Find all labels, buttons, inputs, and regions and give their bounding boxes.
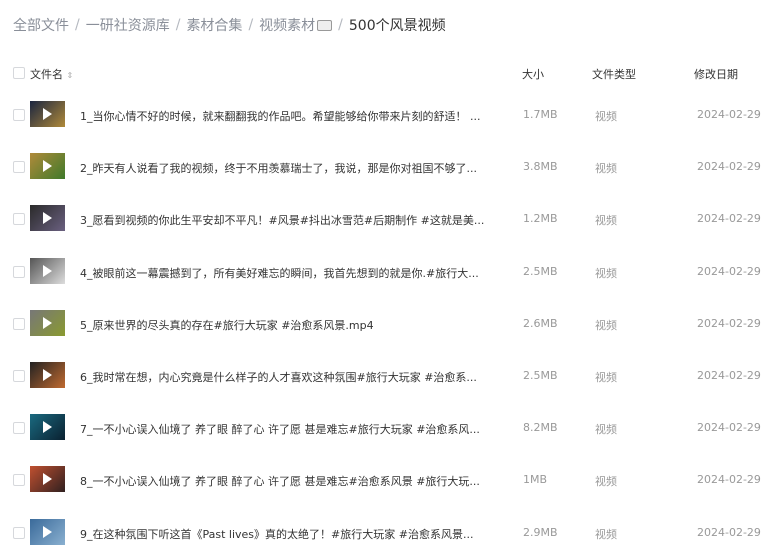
play-icon xyxy=(43,108,52,120)
row-checkbox[interactable] xyxy=(13,526,25,539)
play-icon xyxy=(43,525,52,538)
file-name[interactable]: 8_一不小心误入仙境了 养了眼 醉了心 许了愿 甚是难忘#治愈系风景 #旅行大玩… xyxy=(80,473,490,489)
file-row[interactable]: 3_愿看到视频的你此生平安却不平凡！#风景#抖出冰雪范#后期制作 #这就是美..… xyxy=(0,205,763,235)
folder-icon xyxy=(317,19,333,31)
breadcrumb-separator: / xyxy=(338,17,343,33)
file-type: 视频 xyxy=(595,318,617,332)
breadcrumb-video-material[interactable]: 视频素材 xyxy=(259,15,315,35)
file-size: 3.8MB xyxy=(523,160,558,174)
row-checkbox[interactable] xyxy=(13,317,25,330)
breadcrumb-separator: / xyxy=(248,17,254,33)
table-header: 文件名 ⇕ 大小 文件类型 修改日期 xyxy=(0,66,763,82)
row-checkbox[interactable] xyxy=(13,109,25,121)
file-date: 2024-02-29 1 xyxy=(697,212,763,226)
column-date-header[interactable]: 修改日期 xyxy=(694,66,738,82)
column-size-header[interactable]: 大小 xyxy=(522,66,544,82)
file-row[interactable]: 1_当你心情不好的时候，就来翻翻我的作品吧。希望能够给你带来片刻的舒适！ ...… xyxy=(0,101,763,131)
file-name[interactable]: 3_愿看到视频的你此生平安却不平凡！#风景#抖出冰雪范#后期制作 #这就是美..… xyxy=(80,212,490,228)
file-name[interactable]: 7_一不小心误入仙境了 养了眼 醉了心 许了愿 甚是难忘#旅行大玩家 #治愈系风… xyxy=(80,421,490,437)
file-type: 视频 xyxy=(595,475,617,489)
file-date: 2024-02-29 1 xyxy=(697,421,763,435)
breadcrumb-separator: / xyxy=(175,17,181,33)
video-thumbnail[interactable] xyxy=(30,205,65,232)
file-date: 2024-02-29 1 xyxy=(697,473,763,487)
file-date: 2024-02-29 1 xyxy=(697,160,763,174)
file-type: 视频 xyxy=(595,110,617,123)
file-name[interactable]: 1_当你心情不好的时候，就来翻翻我的作品吧。希望能够给你带来片刻的舒适！ ... xyxy=(80,108,490,124)
breadcrumb-all-files[interactable]: 全部文件 xyxy=(13,15,69,35)
play-icon xyxy=(43,421,52,434)
file-size: 1MB xyxy=(523,473,548,487)
file-date: 2024-02-29 1 xyxy=(697,264,763,278)
file-row[interactable]: 7_一不小心误入仙境了 养了眼 醉了心 许了愿 甚是难忘#旅行大玩家 #治愈系风… xyxy=(0,414,763,444)
file-row[interactable]: 8_一不小心误入仙境了 养了眼 醉了心 许了愿 甚是难忘#治愈系风景 #旅行大玩… xyxy=(0,466,763,496)
video-thumbnail[interactable] xyxy=(30,153,65,180)
play-icon xyxy=(43,473,52,486)
play-icon xyxy=(43,212,52,225)
row-checkbox[interactable] xyxy=(13,213,25,226)
play-icon xyxy=(43,369,52,381)
file-row[interactable]: 9_在这种氛围下听这首《Past lives》真的太绝了！#旅行大玩家 #治愈系… xyxy=(0,518,763,549)
row-checkbox[interactable] xyxy=(13,422,25,435)
file-name[interactable]: 6_我时常在想，内心究竟是什么样子的人才喜欢这种氛围#旅行大玩家 #治愈系... xyxy=(80,369,490,385)
row-checkbox[interactable] xyxy=(13,474,25,487)
file-row[interactable]: 2_昨天有人说看了我的视频，终于不用羡慕瑞士了，我说，那是你对祖国不够了... … xyxy=(0,153,763,183)
video-thumbnail[interactable] xyxy=(30,466,65,493)
file-type: 视频 xyxy=(595,527,617,541)
video-thumbnail[interactable] xyxy=(30,309,65,336)
video-thumbnail[interactable] xyxy=(30,257,65,284)
video-thumbnail[interactable] xyxy=(30,414,65,441)
file-name[interactable]: 2_昨天有人说看了我的视频，终于不用羡慕瑞士了，我说，那是你对祖国不够了... xyxy=(80,160,490,176)
file-size: 2.6MB xyxy=(523,316,558,330)
file-size: 2.5MB xyxy=(523,369,558,382)
row-checkbox[interactable] xyxy=(13,161,25,174)
file-type: 视频 xyxy=(595,214,617,228)
file-type: 视频 xyxy=(595,371,617,384)
file-name[interactable]: 4_被眼前这一幕震撼到了，所有美好难忘的瞬间，我首先想到的就是你.#旅行大... xyxy=(80,265,490,281)
file-row[interactable]: 5_原来世界的尽头真的存在#旅行大玩家 #治愈系风景.mp4 2.6MB 视频 … xyxy=(0,309,763,340)
file-row[interactable]: 4_被眼前这一幕震撼到了，所有美好难忘的瞬间，我首先想到的就是你.#旅行大...… xyxy=(0,257,763,288)
file-size: 1.2MB xyxy=(523,212,558,226)
file-size: 1.7MB xyxy=(523,108,558,121)
column-name-header[interactable]: 文件名 ⇕ xyxy=(30,66,73,82)
file-name[interactable]: 9_在这种氛围下听这首《Past lives》真的太绝了！#旅行大玩家 #治愈系… xyxy=(80,526,490,542)
sort-icon[interactable]: ⇕ xyxy=(67,71,74,80)
file-date: 2024-02-29 1 xyxy=(697,525,763,539)
file-size: 2.5MB xyxy=(523,264,558,278)
select-all-checkbox[interactable] xyxy=(13,67,25,79)
row-checkbox[interactable] xyxy=(13,370,25,382)
video-thumbnail[interactable] xyxy=(30,518,65,545)
breadcrumb-library[interactable]: 一研社资源库 xyxy=(86,15,170,35)
file-date: 2024-02-29 1 xyxy=(697,108,763,121)
file-date: 2024-02-29 1 xyxy=(697,369,763,382)
play-icon xyxy=(43,264,52,277)
breadcrumb-current: 500个风景视频 xyxy=(348,18,446,34)
file-size: 8.2MB xyxy=(523,421,558,435)
video-thumbnail[interactable] xyxy=(30,362,65,388)
file-type: 视频 xyxy=(595,266,617,280)
file-row[interactable]: 6_我时常在想，内心究竟是什么样子的人才喜欢这种氛围#旅行大玩家 #治愈系...… xyxy=(0,362,763,392)
play-icon xyxy=(43,160,52,173)
file-name[interactable]: 5_原来世界的尽头真的存在#旅行大玩家 #治愈系风景.mp4 xyxy=(80,317,490,333)
play-icon xyxy=(43,316,52,329)
row-checkbox[interactable] xyxy=(13,265,25,278)
video-thumbnail[interactable] xyxy=(30,101,65,127)
breadcrumb-collection[interactable]: 素材合集 xyxy=(186,15,242,35)
file-date: 2024-02-29 1 xyxy=(697,316,763,330)
file-size: 2.9MB xyxy=(523,525,558,539)
column-type-header[interactable]: 文件类型 xyxy=(592,66,636,82)
file-type: 视频 xyxy=(595,423,617,437)
file-type: 视频 xyxy=(595,162,617,176)
breadcrumb: 全部文件 / 一研社资源库 / 素材合集 / 视频素材 / 500个风景视频 xyxy=(13,15,446,35)
breadcrumb-separator: / xyxy=(75,17,80,33)
